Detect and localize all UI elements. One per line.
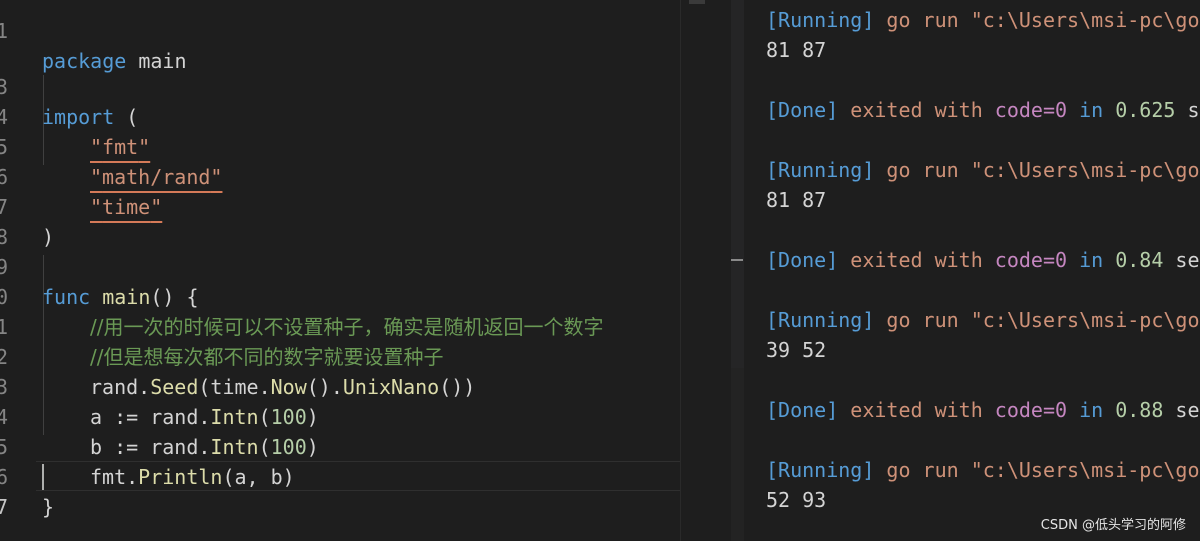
- line-number: 7: [0, 495, 9, 519]
- done-line: [Done] exited with code=0 in 0.625 s: [766, 95, 1200, 125]
- code-line[interactable]: 3 a := rand.Intn(100): [0, 342, 680, 429]
- run-result: 52 93: [766, 488, 827, 512]
- done-tag: [Done]: [766, 248, 839, 272]
- code-line[interactable]: 5 fmt.Println(a, b): [0, 402, 680, 489]
- running-line: [Running] go run "c:\Users\msi-pc\go: [766, 5, 1199, 35]
- code-line[interactable]: 8: [0, 192, 680, 249]
- run-command: go run "c:\Users\msi-pc\go: [874, 8, 1200, 32]
- run-command: go run "c:\Users\msi-pc\go: [874, 158, 1200, 182]
- done-text: exited with: [838, 98, 995, 122]
- code-line[interactable]: 2 rand.Seed(time.Now().UnixNano()): [0, 312, 680, 399]
- time-unit: se: [1163, 398, 1200, 422]
- elapsed-time: 0.84: [1115, 248, 1164, 272]
- code-line[interactable]: 1 package main: [0, 0, 680, 73]
- in-text: in: [1067, 398, 1116, 422]
- running-tag: [Running]: [766, 8, 875, 32]
- running-line: [Running] go run "c:\Users\msi-pc\go: [766, 305, 1199, 335]
- in-text: in: [1067, 248, 1116, 272]
- code-line[interactable]: 4 b := rand.Intn(100): [0, 372, 680, 459]
- output-panel[interactable]: [Running] go run "c:\Users\msi-pc\go 81 …: [744, 0, 1200, 541]
- running-tag: [Running]: [766, 158, 875, 182]
- in-text: in: [1067, 98, 1116, 122]
- code-line[interactable]: 7: [0, 462, 680, 519]
- code-line[interactable]: 6 }: [0, 432, 680, 519]
- running-line: [Running] go run "c:\Users\msi-pc\go: [766, 455, 1199, 485]
- editor-gutter: [680, 0, 745, 541]
- code-line[interactable]: 7 ): [0, 162, 680, 249]
- code-line[interactable]: 3 import (: [0, 42, 680, 129]
- run-command: go run "c:\Users\msi-pc\go: [874, 308, 1200, 332]
- code-line[interactable]: 6 "time": [0, 132, 680, 219]
- time-unit: se: [1163, 248, 1200, 272]
- exit-code: code=0: [994, 248, 1068, 272]
- vscode-window: 1 package main 3 import ( 4 "fmt" 5 "mat…: [0, 0, 1200, 541]
- running-tag: [Running]: [766, 308, 875, 332]
- code-line[interactable]: 9 func main() {: [0, 222, 680, 309]
- minimap-marker: [689, 0, 705, 4]
- code-editor[interactable]: 1 package main 3 import ( 4 "fmt" 5 "mat…: [0, 0, 680, 541]
- running-line: [Running] go run "c:\Users\msi-pc\go: [766, 155, 1199, 185]
- run-result: 39 52: [766, 338, 827, 362]
- running-tag: [Running]: [766, 458, 875, 482]
- code-line[interactable]: 5 "math/rand": [0, 102, 680, 189]
- watermark: CSDN @低头学习的阿修: [1040, 518, 1186, 533]
- collapse-dash-icon[interactable]: [731, 259, 743, 261]
- done-tag: [Done]: [766, 98, 839, 122]
- text-cursor: [42, 464, 44, 490]
- done-line: [Done] exited with code=0 in 0.88 se: [766, 395, 1200, 425]
- run-command: go run "c:\Users\msi-pc\go: [874, 458, 1200, 482]
- elapsed-time: 0.625: [1115, 98, 1176, 122]
- done-tag: [Done]: [766, 398, 839, 422]
- exit-code: code=0: [994, 398, 1068, 422]
- exit-code: code=0: [994, 98, 1068, 122]
- code-line[interactable]: 4 "fmt": [0, 72, 680, 159]
- done-text: exited with: [838, 248, 995, 272]
- run-result: 81 87: [766, 188, 827, 212]
- done-line: [Done] exited with code=0 in 0.84 se: [766, 245, 1200, 275]
- done-text: exited with: [838, 398, 995, 422]
- run-result: 81 87: [766, 38, 827, 62]
- code-line[interactable]: 1 //但是想每次都不同的数字就要设置种子: [0, 282, 680, 369]
- code-line[interactable]: 0 //用一次的时候可以不设置种子，确实是随机返回一个数字: [0, 252, 680, 339]
- time-unit: s: [1175, 98, 1200, 122]
- elapsed-time: 0.88: [1115, 398, 1164, 422]
- scrollbar-thumb[interactable]: [731, 368, 745, 541]
